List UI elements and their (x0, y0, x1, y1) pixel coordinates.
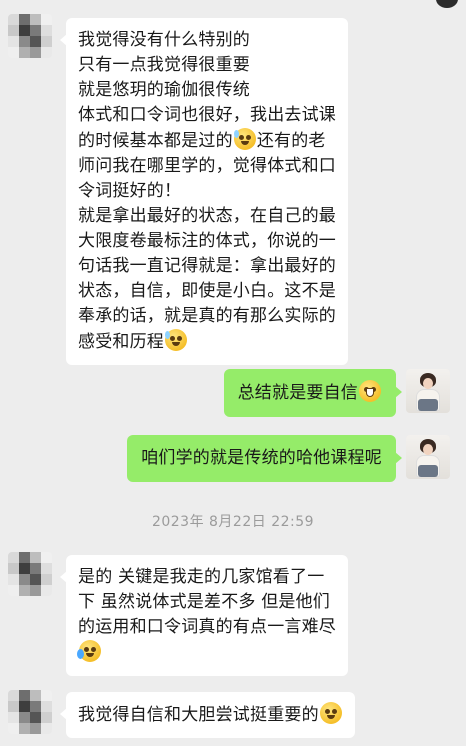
grin-emoji (359, 380, 381, 402)
tears-of-joy-emoji (77, 640, 101, 662)
message-line: 就是拿出最好的状态，在自己的最 (78, 206, 336, 226)
contact-avatar[interactable] (8, 14, 52, 58)
message-line: 体式和口令词也很好，我出去试课 (78, 105, 336, 125)
message-line: 状态，自信，即使是小白。这不是 (78, 281, 336, 301)
message-bubble-outgoing[interactable]: 总结就是要自信 (223, 369, 403, 417)
contact-avatar[interactable] (8, 690, 52, 734)
message-line: 大限度卷最标注的体式，你说的一 (78, 231, 336, 251)
message-bubble-incoming[interactable]: 我觉得自信和大胆尝试挺重要的 (60, 692, 355, 738)
sweat-smile-emoji (165, 329, 187, 351)
message-line: 的运用和口令词真的有点一言难尽 (78, 617, 336, 637)
message-line: 师问我在哪里学的，觉得体式和口 (78, 156, 336, 176)
smile-emoji (319, 702, 342, 724)
chat-timestamp: 2023年 8月22日 22:59 (151, 514, 315, 530)
message-line: 句话我一直记得就是：拿出最好的 (78, 256, 336, 276)
my-avatar[interactable] (406, 435, 450, 479)
message-line: 的时候基本都是过的 还有的老 (78, 128, 336, 154)
message-line: 令词挺好的！ (78, 181, 182, 201)
top-corner-icon[interactable] (436, 0, 458, 8)
message-text: 总结就是要自信 (237, 383, 358, 403)
message-line: 下 虽然说体式是差不多 但是他们 (78, 592, 331, 612)
message-line: 就是悠玥的瑜伽很传统 (78, 80, 250, 100)
message-bubble-incoming[interactable]: 我觉得没有什么特别的 只有一点我觉得很重要 就是悠玥的瑜伽很传统 体式和口令词也… (60, 18, 348, 365)
contact-avatar[interactable] (8, 552, 52, 596)
sweat-smile-emoji (233, 128, 256, 150)
message-line: 只有一点我觉得很重要 (78, 55, 250, 75)
message-bubble-incoming[interactable]: 是的 关键是我走的几家馆看了一 下 虽然说体式是差不多 但是他们 的运用和口令词… (60, 555, 348, 676)
message-text: 咱们学的就是传统的哈他课程呢 (141, 448, 382, 468)
message-text: 我觉得自信和大胆尝试挺重要的 (78, 705, 319, 725)
my-avatar[interactable] (406, 369, 450, 413)
message-line: 是的 关键是我走的几家馆看了一 (78, 567, 325, 587)
message-line (77, 640, 336, 666)
message-bubble-outgoing[interactable]: 咱们学的就是传统的哈他课程呢 (127, 435, 402, 482)
message-line: 我觉得没有什么特别的 (78, 30, 250, 50)
message-line: 奉承的话，就是真的有那么实际的 (78, 306, 336, 326)
message-line: 感受和历程 (78, 329, 336, 355)
